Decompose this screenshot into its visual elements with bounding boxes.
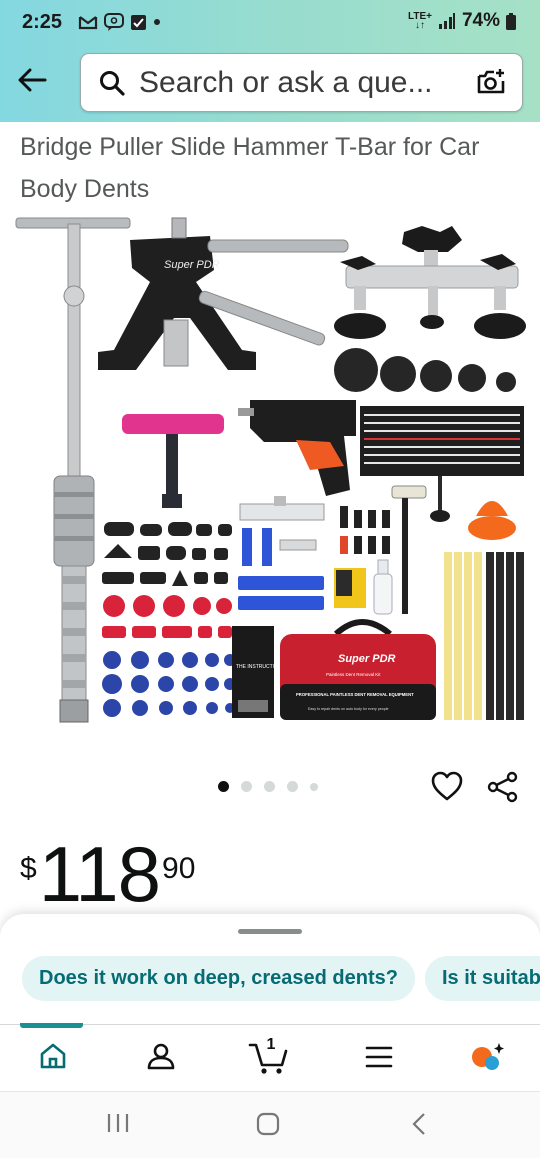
mini-lifter-image [239,496,325,566]
image-carousel-dots[interactable] [218,781,318,792]
spray-bottle-image [373,559,393,615]
battery-icon [506,12,516,30]
scraper-image [334,568,366,608]
blue-glue-tabs-image [102,651,236,717]
back-arrow-icon [18,68,47,92]
glue-gun-image [238,400,356,496]
search-bar[interactable]: Search or ask a que... [80,53,523,112]
status-time: 2:25 [22,11,63,33]
suggestion-chip[interactable]: Does it work on deep, creased dents? [22,956,415,1001]
network-indicator: LTE+ ↓↑ [407,11,432,31]
suction-cup-image [468,501,516,540]
menu-icon[interactable] [365,1045,393,1069]
product-price: $ 118 90 [20,832,195,916]
cart-count: 1 [266,1036,276,1053]
battery-percent: 74% [461,10,500,31]
slide-hammer-image [15,217,131,723]
signal-icon [438,13,455,29]
suggestion-chip[interactable]: Is it suitab [425,956,540,1001]
svg-text:Super PDR: Super PDR [338,653,396,665]
product-title[interactable]: Bridge Puller Slide Hammer T-Bar for Car… [20,126,520,210]
suggestions-sheet: Does it work on deep, creased dents? Is … [0,914,540,1024]
back-button[interactable] [14,62,50,98]
rubber-hammer-image [391,485,427,614]
slide-knobs-image [334,348,516,392]
system-navigation [0,1091,540,1158]
black-glue-tabs-image [102,522,232,586]
rufus-assistant-icon[interactable] [470,1041,506,1073]
dent-lifter-image: Super PDR [98,217,349,370]
carousel-dot[interactable] [218,781,229,792]
checkbox-icon [131,14,146,30]
account-icon[interactable] [146,1041,176,1071]
bridge-puller-image [334,226,526,339]
wishlist-heart-icon[interactable] [430,770,464,802]
carousel-dot[interactable] [310,782,318,791]
home-icon[interactable] [38,1041,68,1071]
carousel-dot[interactable] [287,781,298,792]
share-icon[interactable] [487,771,519,803]
glue-sticks-image [444,552,524,720]
svg-text:Super PDR: Super PDR [164,259,220,271]
home-system-icon[interactable] [256,1112,280,1136]
gmail-icon [78,16,98,30]
instruction-card-image: THE INSTRUCTIONS [232,626,286,718]
messenger-icon [104,13,124,31]
back-system-icon[interactable] [410,1112,428,1136]
svg-text:Easy to repair dents on auto b: Easy to repair dents on auto body for ev… [308,707,389,711]
knockdown-taps-image [340,506,390,554]
status-right: LTE+ ↓↑ 74% [408,10,516,32]
carousel-dot[interactable] [264,781,275,792]
search-icon [100,70,125,96]
svg-text:THE INSTRUCTIONS: THE INSTRUCTIONS [236,664,286,670]
tool-bag-image: Super PDR Paintless Dent Removal Kit PRO… [280,619,436,720]
search-input[interactable]: Search or ask a que... [139,66,455,100]
blue-clips-image [238,576,324,610]
camera-search-icon[interactable] [476,68,506,96]
price-fraction: 90 [162,852,196,885]
price-currency: $ [20,852,37,885]
svg-text:PROFESSIONAL PAINTLESS DENT RE: PROFESSIONAL PAINTLESS DENT REMOVAL EQUI… [296,692,414,697]
red-glue-tabs-image [102,595,232,638]
notification-icons [78,13,161,31]
price-whole: 118 [38,830,161,918]
dot-icon [154,19,160,25]
carousel-dot[interactable] [241,781,252,792]
product-image[interactable]: Super PDR THE INSTRUCTIONS Super PDR Pai… [10,210,530,730]
svg-text:Paintless Dent Removal Kit: Paintless Dent Removal Kit [326,672,381,677]
active-tab-indicator [20,1023,83,1028]
status-bar: 2:25 LTE+ ↓↑ 74% [0,0,540,46]
bottom-navigation: 1 [0,1023,540,1091]
header: 2:25 LTE+ ↓↑ 74% Search or ask a que... [0,0,540,122]
sheet-drag-handle[interactable] [238,929,302,934]
t-bar-puller-image [122,414,224,508]
recents-icon[interactable] [106,1112,130,1134]
